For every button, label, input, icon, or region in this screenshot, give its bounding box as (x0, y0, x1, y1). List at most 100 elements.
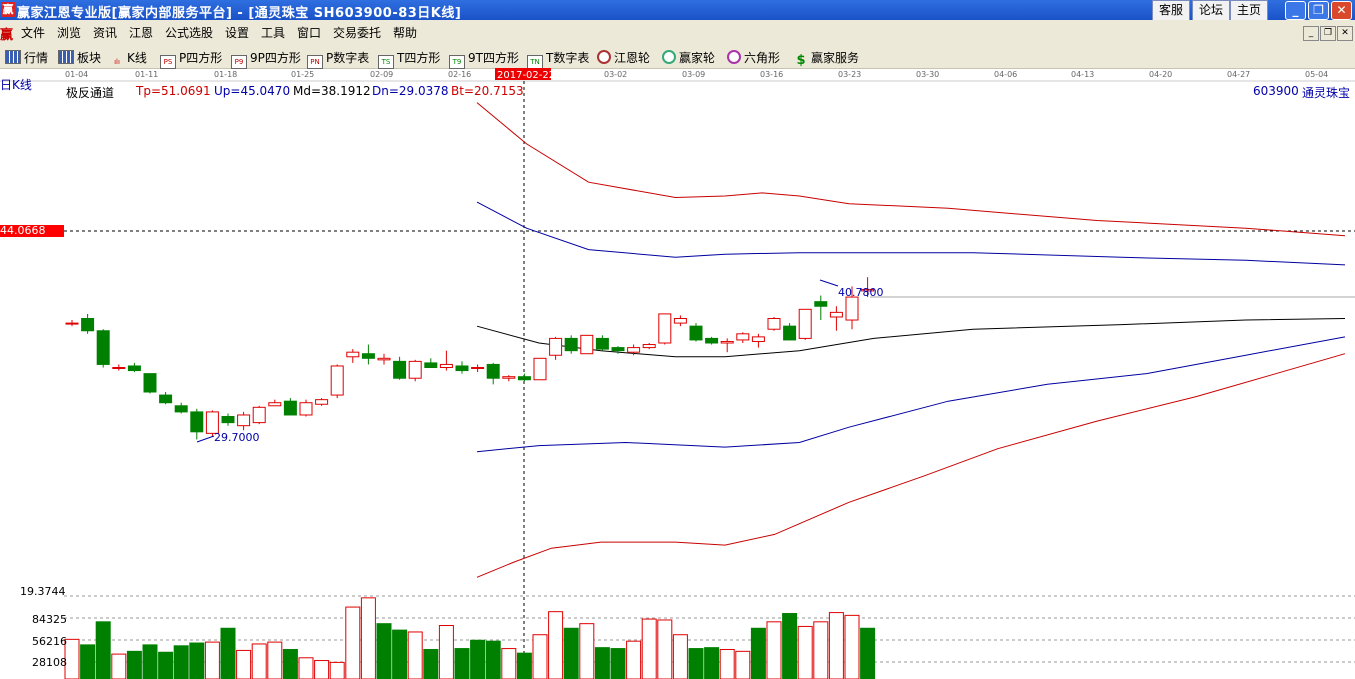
volume-axis-label: 19.3744 (20, 585, 66, 598)
menu-file[interactable]: 文件 (21, 24, 45, 41)
candle-body (221, 416, 235, 424)
menu-window[interactable]: 窗口 (297, 24, 321, 41)
menu-news[interactable]: 资讯 (93, 24, 117, 41)
volume-bar (142, 644, 158, 679)
close-icon[interactable]: ✕ (1331, 1, 1352, 20)
volume-bar (189, 642, 205, 679)
candle-body (845, 296, 859, 321)
app-menu-icon[interactable]: 赢 (0, 24, 13, 43)
low-price-label: 29.7000 (214, 431, 260, 444)
candle-body (502, 376, 516, 379)
volume-bar (314, 660, 330, 679)
tool-winner-wheel[interactable]: 赢家轮 (662, 49, 715, 66)
volume-bar (860, 627, 876, 679)
volume-bar (126, 650, 142, 679)
candle-body (517, 376, 531, 381)
gann-wheel-icon (597, 50, 611, 64)
tool-9p-square-label: 9P四方形 (250, 51, 301, 65)
volume-bar (501, 648, 517, 679)
volume-axis-label: 84325 (32, 613, 67, 626)
volume-bar (267, 641, 283, 679)
customer-service-button[interactable]: 客服 (1152, 0, 1190, 21)
date-tick-label: 03-02 (604, 70, 627, 79)
tool-p-square[interactable]: PS P四方形 (160, 49, 222, 69)
candle-body (424, 362, 438, 368)
candle-body (533, 357, 547, 381)
volume-bar (329, 661, 345, 679)
candle-body (486, 363, 500, 379)
date-tick-label: 01-11 (135, 70, 158, 79)
menu-help[interactable]: 帮助 (393, 24, 417, 41)
tool-quotes[interactable]: 行情 (5, 49, 48, 66)
minimize-icon[interactable]: _ (1285, 1, 1306, 20)
volume-bar (797, 625, 813, 679)
winner-wheel-icon (662, 50, 676, 64)
restore-icon[interactable]: ❐ (1308, 1, 1329, 20)
t9-icon: T9 (449, 55, 465, 69)
volume-bar (158, 651, 174, 679)
tool-sectors[interactable]: 板块 (58, 49, 101, 66)
volume-bar (594, 647, 610, 679)
indicator-tp: Tp=51.0691 (136, 84, 211, 98)
date-tick-label: 02-09 (370, 70, 393, 79)
cursor-date-label: 2017-02-22 (497, 70, 555, 81)
tool-9p-square[interactable]: P9 9P四方形 (231, 49, 301, 69)
kline-chart[interactable]: 01-04 01-11 01-18 01-25 02-09 02-16 03-02 03-09… (0, 68, 1355, 679)
volume-bar (688, 648, 704, 679)
volume-bar (64, 638, 80, 679)
candle-body (112, 367, 126, 369)
volume-bar (173, 645, 189, 679)
candle-body (315, 399, 329, 405)
mdi-minimize-icon[interactable]: _ (1303, 26, 1319, 41)
volume-bar (454, 648, 470, 679)
candle-body (330, 365, 344, 396)
candle-body (751, 336, 765, 342)
volume-bar (672, 634, 688, 679)
candle-body (642, 344, 656, 349)
volume-axis-label: 56216 (32, 635, 67, 648)
tool-t-square[interactable]: TS T四方形 (378, 49, 440, 69)
volume-bar (236, 649, 252, 679)
indicator-bt: Bt=20.7153 (451, 84, 524, 98)
forum-button[interactable]: 论坛 (1192, 0, 1230, 21)
candle-body (159, 394, 173, 404)
volume-axis-label: 28108 (32, 656, 67, 669)
indicator-dn: Dn=29.0378 (372, 84, 449, 98)
tool-kline[interactable]: ılı K线 (110, 49, 147, 68)
candlestick-icon: ılı (114, 58, 120, 66)
date-tick-label: 02-16 (448, 70, 471, 79)
tool-gann-wheel[interactable]: 江恩轮 (597, 49, 650, 66)
menu-tools[interactable]: 工具 (261, 24, 285, 41)
home-button[interactable]: 主页 (1230, 0, 1268, 21)
volume-bar (548, 611, 564, 679)
candle-body (580, 334, 594, 355)
volume-bar (298, 657, 314, 679)
candle-body (143, 373, 157, 393)
date-tick-label: 05-04 (1305, 70, 1328, 79)
tool-9t-square[interactable]: T9 9T四方形 (449, 49, 519, 69)
candle-body (127, 365, 141, 372)
menu-browse[interactable]: 浏览 (57, 24, 81, 41)
tool-hexagon[interactable]: 六角形 (727, 49, 780, 66)
dollar-icon: $ (796, 53, 806, 68)
menu-formula[interactable]: 公式选股 (165, 24, 213, 41)
app-logo-icon: 赢 (1, 2, 15, 17)
volume-bar (111, 653, 127, 679)
menu-trade[interactable]: 交易委托 (333, 24, 381, 41)
band-dn-line (476, 336, 1346, 453)
candle-body (673, 318, 687, 324)
candle-body (471, 367, 485, 369)
menu-gann[interactable]: 江恩 (129, 24, 153, 41)
candle-body (283, 400, 297, 416)
volume-bar (220, 627, 236, 679)
tool-winner-service[interactable]: $ 赢家服务 (794, 49, 859, 67)
menu-settings[interactable]: 设置 (225, 24, 249, 41)
candle-body (81, 318, 95, 332)
mdi-close-icon[interactable]: ✕ (1337, 26, 1353, 41)
volume-bar (782, 613, 798, 679)
mdi-restore-icon[interactable]: ❐ (1320, 26, 1336, 41)
volume-bar (766, 621, 782, 679)
tool-t-table[interactable]: TN T数字表 (527, 49, 589, 69)
volume-bar (470, 639, 486, 679)
tool-p-table[interactable]: PN P数字表 (307, 49, 369, 69)
